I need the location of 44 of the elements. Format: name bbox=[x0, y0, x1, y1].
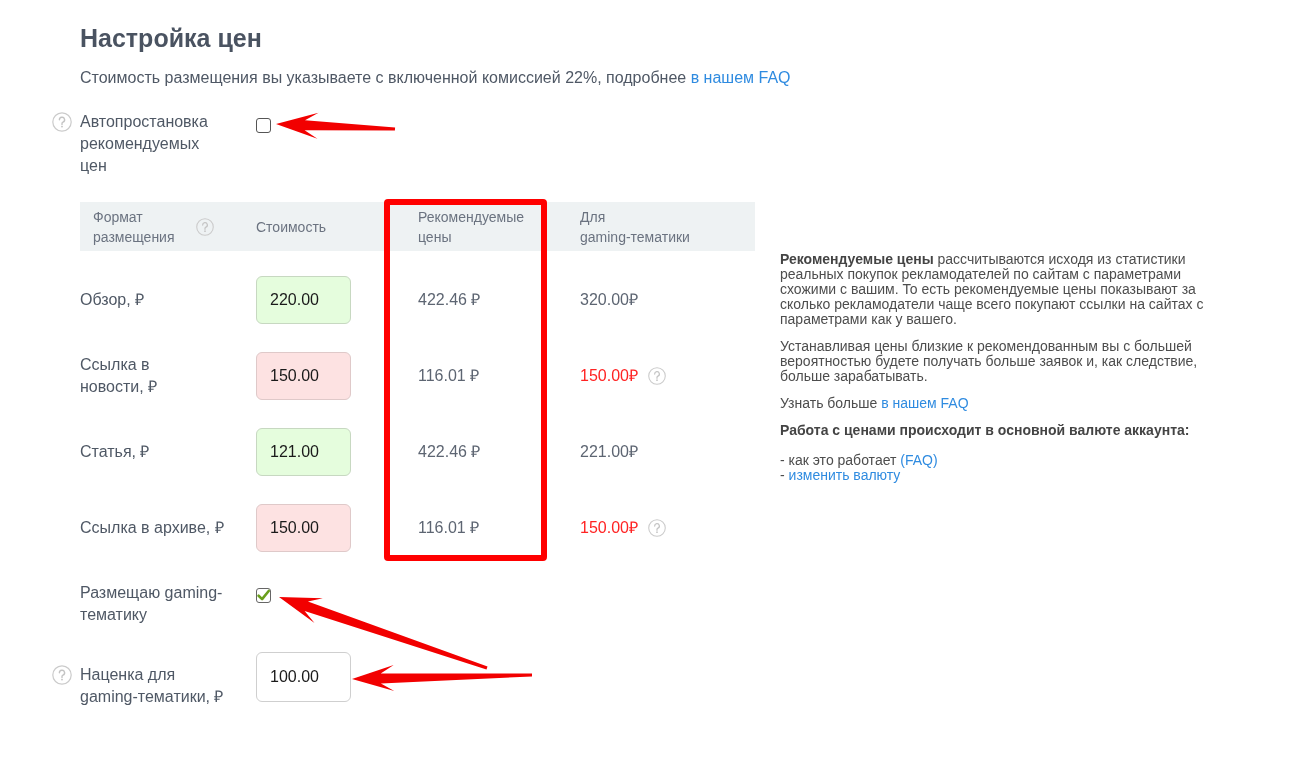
faq-link[interactable]: в нашем FAQ bbox=[881, 395, 969, 411]
info-list-item: - как это работает (FAQ) bbox=[780, 453, 939, 468]
markup-input[interactable]: 100.00 bbox=[256, 652, 351, 702]
recommended-price: 422.46 ₽ bbox=[418, 442, 481, 462]
info-paragraph: Устанавливая цены близкие к рекомендованным вы с большей вероятностью будете получать больше заявок и, как следствие, больше зарабатывать. bbox=[780, 339, 1199, 384]
column-title: Рекомендуемые цены bbox=[418, 207, 524, 247]
text-link[interactable]: (FAQ) bbox=[900, 452, 938, 468]
help-icon[interactable] bbox=[52, 665, 72, 685]
info-text: Узнать больше в нашем FAQ bbox=[780, 396, 970, 411]
format-label: Обзор, ₽ bbox=[80, 290, 145, 310]
column-title: Формат размещения bbox=[93, 207, 175, 247]
intro-text: Стоимость размещения вы указываете с включенной комиссией 22%, подробнее в нашем FAQ bbox=[80, 68, 792, 88]
checkmark-icon bbox=[257, 589, 270, 602]
gaming-price: 150.00₽ bbox=[580, 518, 638, 538]
gaming-price: 150.00₽ bbox=[580, 366, 638, 386]
format-label: Ссылка в архиве, ₽ bbox=[80, 518, 224, 538]
help-icon[interactable] bbox=[196, 217, 214, 236]
column-title: Для gaming-тематики bbox=[580, 207, 690, 247]
column-title: Стоимость bbox=[256, 217, 327, 237]
checkbox[interactable] bbox=[256, 118, 271, 133]
help-icon[interactable] bbox=[647, 519, 666, 537]
recommended-price: 116.01 ₽ bbox=[418, 518, 480, 538]
price-input[interactable]: 121.00 bbox=[256, 428, 351, 476]
price-input[interactable]: 150.00 bbox=[256, 504, 351, 552]
field-label: Автопростановка рекомендуемых цен bbox=[80, 112, 209, 176]
checkbox[interactable] bbox=[256, 588, 271, 603]
faq-link[interactable]: в нашем FAQ bbox=[690, 69, 791, 86]
help-icon[interactable] bbox=[52, 112, 72, 132]
info-list-item: - изменить валюту bbox=[780, 468, 901, 483]
help-icon[interactable] bbox=[647, 367, 666, 385]
price-input[interactable]: 220.00 bbox=[256, 276, 351, 324]
gaming-price: 221.00₽ bbox=[580, 442, 638, 462]
field-label: Наценка для gaming-тематики, ₽ bbox=[80, 665, 225, 707]
gaming-price: 320.00₽ bbox=[580, 290, 638, 310]
price-input[interactable]: 150.00 bbox=[256, 352, 351, 400]
field-label: Размещаю gaming- тематику bbox=[80, 583, 224, 625]
format-label: Ссылка в новости, ₽ bbox=[80, 355, 158, 397]
recommended-price: 116.01 ₽ bbox=[418, 366, 480, 386]
info-heading: Работа с ценами происходит в основной валюте аккаунта: bbox=[780, 423, 1191, 438]
text-link[interactable]: изменить валюту bbox=[788, 467, 901, 483]
info-paragraph: Рекомендуемые цены рассчитываются исходя из статистики реальных покупок рекламодателей по сайтам с параметрами схожими с вашим. То есть рекомендуемые цены показывают за сколько рекламодатели чаще всего покупают ссылки на сайтах с параметрами как у вашего. bbox=[780, 252, 1205, 327]
format-label: Статья, ₽ bbox=[80, 442, 150, 462]
page-title: Настройка цен bbox=[80, 23, 263, 54]
recommended-price: 422.46 ₽ bbox=[418, 290, 481, 310]
